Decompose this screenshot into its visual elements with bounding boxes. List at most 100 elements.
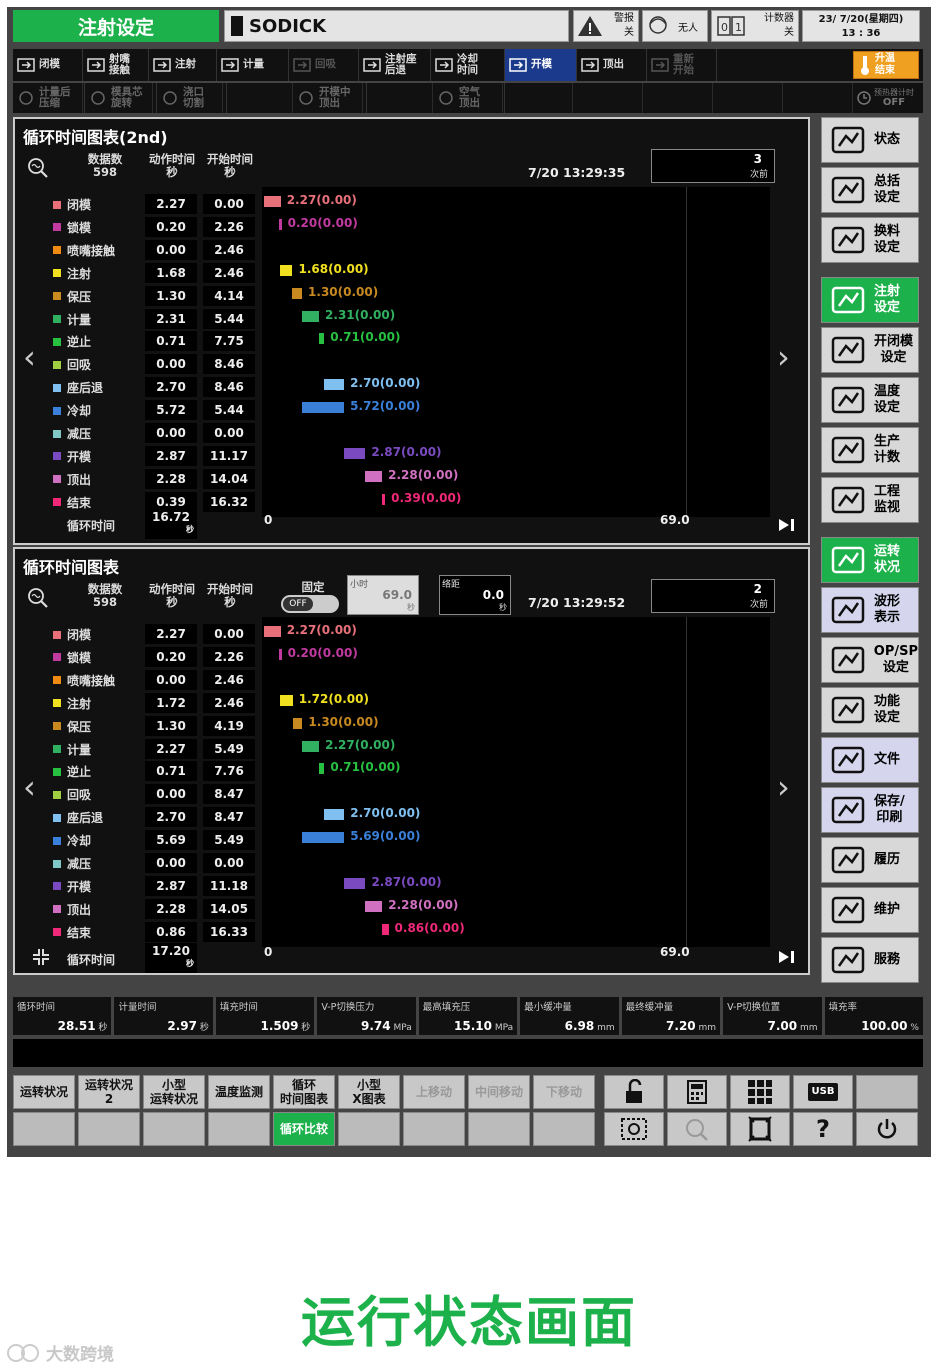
panel2-skip-end-icon[interactable] [777, 949, 797, 965]
toolbar-carriage-back-button[interactable]: 注射座 后退 [359, 49, 431, 81]
footer-blank-button[interactable] [468, 1112, 530, 1146]
blank-icon-button[interactable] [856, 1075, 918, 1109]
footer-button[interactable]: 小型 X图表 [338, 1075, 400, 1109]
hour-range-unit: 秒 [407, 603, 415, 612]
fixed-toggle[interactable]: OFF [281, 595, 339, 613]
footer-button[interactable]: 循环 时间图表 [273, 1075, 335, 1109]
footer-blank-button[interactable] [143, 1112, 205, 1146]
stat-value: 100.00 % [861, 1019, 919, 1033]
panel2-row-color-swatch [53, 653, 61, 662]
toolbar-restart-button[interactable]: 重新 开始 [647, 49, 717, 81]
panel2-zoom-icon[interactable] [27, 587, 49, 609]
panel1-start-time-cell: 5.44 [203, 400, 255, 421]
toolbar-cooling-button[interactable]: 冷却 时间 [431, 49, 505, 81]
toolbar-suckback-button[interactable]: 回吸 [289, 49, 359, 81]
calculator-button[interactable] [667, 1075, 727, 1109]
preheat-timer-button[interactable]: 预热器计时 OFF [853, 85, 919, 111]
sidebar-history-button[interactable]: 履历 [821, 837, 919, 883]
pitch-field[interactable]: 络距 0.0 秒 [439, 575, 511, 615]
footer-button[interactable]: 运转状况 2 [78, 1075, 140, 1109]
footer-button[interactable]: 上移动 [403, 1075, 465, 1109]
panel2-action-time-cell: 0.00 [145, 853, 197, 873]
footer-button[interactable]: 循环比较 [273, 1112, 335, 1146]
panel1-next-arrow[interactable]: › [777, 341, 790, 373]
help-button[interactable]: ? [793, 1112, 853, 1146]
footer-button[interactable]: 下移动 [533, 1075, 595, 1109]
alarm-button[interactable]: 警报关 [573, 10, 639, 42]
grid-menu-button[interactable] [730, 1075, 790, 1109]
toolbar-mold-close-button[interactable]: 闭模 [13, 49, 83, 81]
sidebar-injection-setting-button[interactable]: 注射 设定 [821, 277, 919, 323]
panel1-axis-start: 0 [264, 513, 273, 527]
footer-button[interactable]: 中间移动 [468, 1075, 530, 1109]
toolbar-ejector-button[interactable]: 顶出 [577, 49, 647, 81]
cooling-icon [434, 56, 454, 74]
help-icon: ? [816, 1115, 830, 1143]
sidebar-tools-button[interactable]: 维护 [821, 887, 919, 933]
sidebar-gauge-button[interactable]: 状态 [821, 117, 919, 163]
panel1-skip-end-icon[interactable] [777, 517, 797, 533]
panel1-row-label: 保压 [53, 288, 91, 305]
unmanned-button[interactable]: 无人 [642, 10, 708, 42]
alarm-state: 关 [624, 27, 634, 38]
usb-button[interactable]: USB [793, 1075, 853, 1109]
footer-blank-button[interactable] [208, 1112, 270, 1146]
sidebar-files-button[interactable]: 文件 [821, 737, 919, 783]
footer-button[interactable]: 小型 运转状况 [143, 1075, 205, 1109]
toolbar-mold-open-button[interactable]: 开模 [505, 49, 577, 81]
fullscreen-button[interactable] [730, 1112, 790, 1146]
sidebar-opsp-button[interactable]: OP/SP 设定 [821, 637, 919, 683]
sidebar-service-button[interactable]: 服務 [821, 937, 919, 983]
panel2-history-box[interactable]: 2 次前 [651, 579, 775, 613]
hour-range-value: 69.0 [382, 588, 412, 602]
toolbar2-core-rotate-button[interactable]: 模具芯 旋转 [85, 83, 157, 113]
sidebar-mold-setting-button[interactable]: 开闭模 设定 [821, 327, 919, 373]
sidebar-label: 运转 状况 [874, 544, 901, 575]
footer-blank-button[interactable] [403, 1112, 465, 1146]
sidebar-material-change-button[interactable]: 换料 设定 [821, 217, 919, 263]
sidebar-gears-button[interactable]: 运转 状况 [821, 537, 919, 583]
stats-bar: 循环时间 28.51 秒计量时间 2.97 秒填充时间 1.509 秒 V-P切换压力 9… [13, 997, 923, 1035]
panel2-prev-arrow[interactable]: ‹ [23, 771, 36, 803]
panel1-history-box[interactable]: 3 次前 [651, 149, 775, 183]
gate-cut-icon [160, 89, 180, 107]
footer-blank-button[interactable] [13, 1112, 75, 1146]
panel1-zoom-icon[interactable] [27, 157, 49, 179]
toolbar-injection-button[interactable]: 注射 [149, 49, 217, 81]
sidebar-thermometer-button[interactable]: 温度 设定 [821, 377, 919, 423]
toolbar-metering-button[interactable]: 计量 [217, 49, 289, 81]
footer-blank-button[interactable] [78, 1112, 140, 1146]
screenshot-button[interactable] [604, 1112, 664, 1146]
footer-button[interactable]: 运转状况 [13, 1075, 75, 1109]
sidebar-monitor-button[interactable]: 工程 监视 [821, 477, 919, 523]
footer-blank-button[interactable] [338, 1112, 400, 1146]
sidebar-waveform-button[interactable]: 波形 表示 [821, 587, 919, 633]
toolbar-label: 注射 [175, 58, 196, 71]
heating-end-button[interactable]: 升温 结束 [853, 51, 919, 79]
counter-button[interactable]: 01 计数器关 [711, 10, 799, 42]
sidebar-production-button[interactable]: 生产 计数 [821, 427, 919, 473]
compare-collapse-icon[interactable] [31, 947, 51, 967]
toolbar-label: 冷却 时间 [457, 52, 478, 76]
footer-button[interactable]: 温度监测 [208, 1075, 270, 1109]
power-button[interactable] [856, 1112, 918, 1146]
stat-number: 2.97 [167, 1019, 197, 1033]
panel2-action-time-cell: 1.72 [145, 692, 197, 713]
hour-range-field[interactable]: 小时 69.0 秒 [347, 575, 419, 615]
toolbar2-decompress-button[interactable]: 计量后 压缩 [13, 83, 85, 113]
panel2-next-arrow[interactable]: › [777, 771, 790, 803]
sidebar-save-print-button[interactable]: 保存/ 印刷 [821, 787, 919, 833]
sidebar-list-button[interactable]: 功能 设定 [821, 687, 919, 733]
unlock-button[interactable] [604, 1075, 664, 1109]
sidebar-summary-button[interactable]: 总括 设定 [821, 167, 919, 213]
wave-button[interactable] [667, 1112, 727, 1146]
footer-blank-button[interactable] [533, 1112, 595, 1146]
panel1-prev-arrow[interactable]: ‹ [23, 341, 36, 373]
toolbar2-open-eject-button[interactable]: 开模中 顶出 [293, 83, 367, 113]
toolbar-nozzle-touch-button[interactable]: 射嘴 接触 [83, 49, 149, 81]
toolbar2-air-eject-button[interactable]: 空气 顶出 [433, 83, 505, 113]
panel1-start-time-cell: 0.00 [203, 423, 255, 443]
toolbar2-gate-cut-button[interactable]: 浇口 切割 [157, 83, 227, 113]
sidebar-label: 波形 表示 [874, 594, 901, 625]
panel2-gantt-bar-label: 0.71(0.00) [330, 760, 401, 775]
